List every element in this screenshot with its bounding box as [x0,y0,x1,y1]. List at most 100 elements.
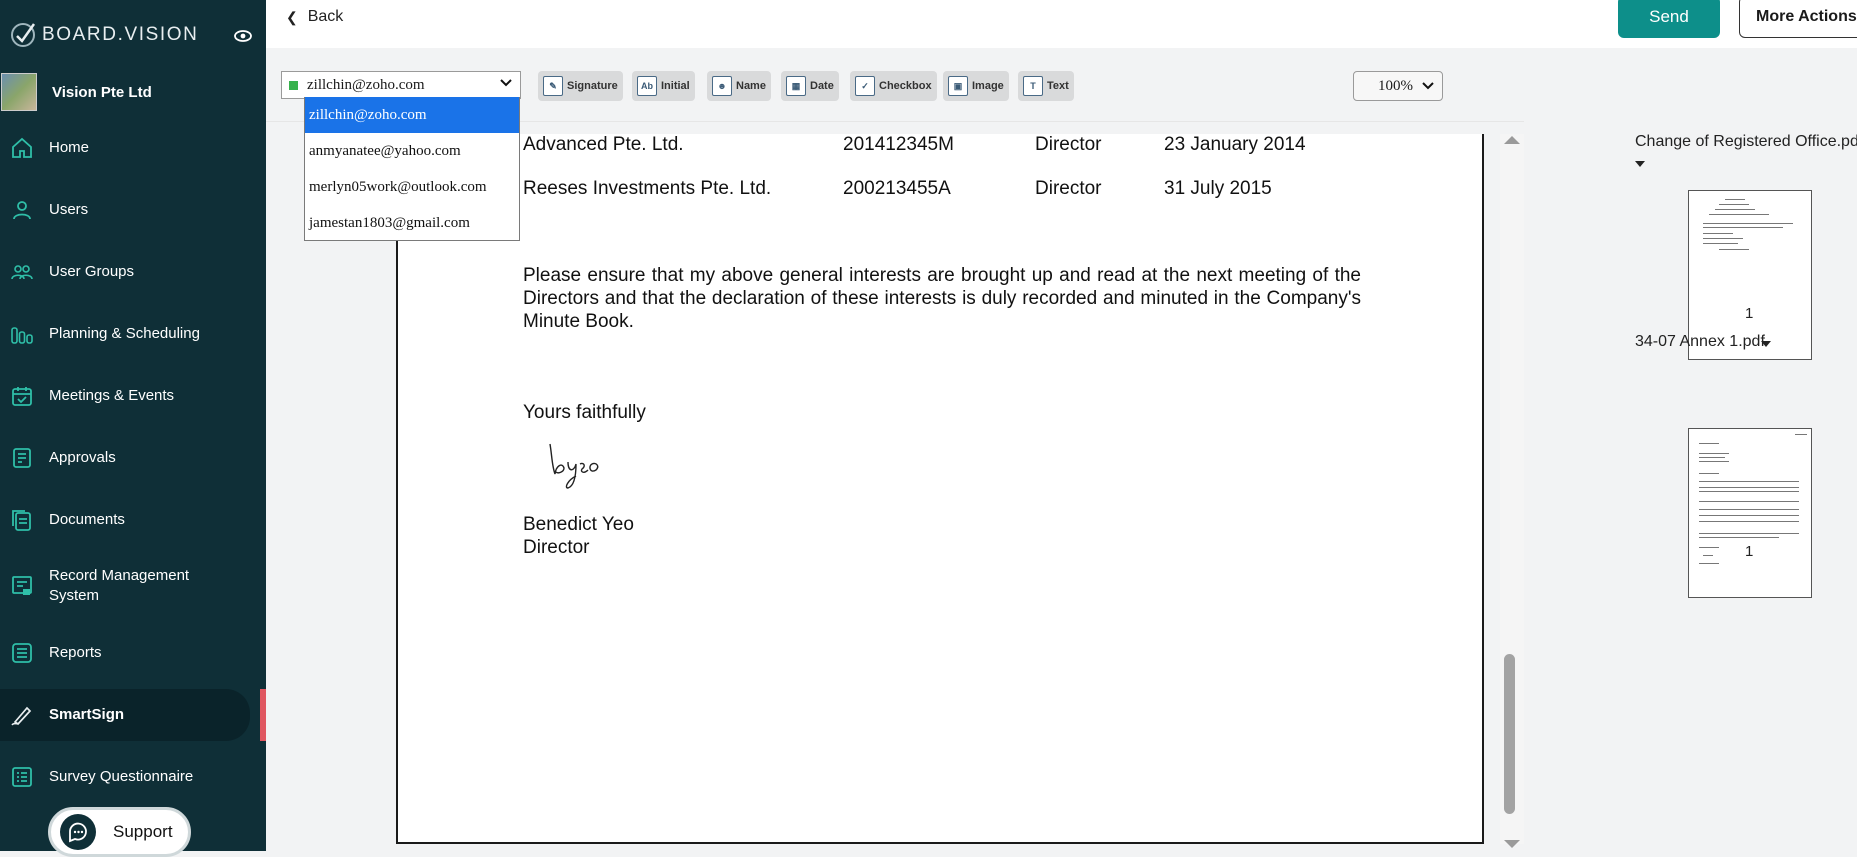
more-actions-button[interactable]: More Actions [1739,0,1857,38]
signer-option[interactable]: jamestan1803@gmail.com [305,205,519,241]
sidebar-item-reports[interactable]: Reports [0,631,250,675]
declaration-paragraph: Please ensure that my above general inte… [523,265,1361,332]
signature-icon: ✎ [543,76,563,96]
documents-icon [12,510,31,531]
signature-field-tool[interactable]: ✎ Signature [538,71,623,101]
sidebar-item-users[interactable]: Users [0,188,250,232]
document-viewer[interactable]: Advanced Pte. Ltd. 201412345M Director 2… [396,134,1484,844]
sidebar-item-smartsign[interactable]: SmartSign [0,689,250,741]
checklist-icon [12,767,32,787]
organization-selector[interactable]: Vision Pte Ltd [0,70,266,114]
sidebar-item-planning-scheduling[interactable]: Planning & Scheduling [0,312,250,356]
scroll-down-arrow-icon[interactable] [1504,840,1520,848]
tool-label: Checkbox [879,80,932,92]
text-icon: T [1023,76,1043,96]
caret-down-icon[interactable] [1635,161,1645,167]
brand[interactable]: BOARD.VISION [8,18,198,52]
date-icon: ▦ [786,76,806,96]
home-icon [12,137,32,158]
checkbox-field-tool[interactable]: ✓ Checkbox [850,71,937,101]
sidebar-item-survey-questionnaire[interactable]: Survey Questionnaire [0,755,250,799]
sidebar-item-label: Approvals [49,449,116,466]
image-icon: ▣ [948,76,968,96]
tool-label: Date [810,80,834,92]
interest-row-role: Director [1035,178,1102,199]
zoom-select[interactable]: 100% [1353,71,1443,101]
sidebar-item-label: Users [49,201,89,218]
closing-line: Yours faithfully [523,402,646,423]
tool-label: Image [972,80,1004,92]
signer-color-swatch [289,80,298,90]
caret-down-icon[interactable] [1761,341,1771,347]
top-bar: ❮ Back Send More Actions [266,0,1857,49]
sidebar-item-label-line-2: System [49,587,100,604]
sidebar-item-meetings-events[interactable]: Meetings & Events [0,374,250,418]
sidebar-item-label: Planning & Scheduling [49,325,200,342]
name-field-tool[interactable]: ☻ Name [707,71,771,101]
scroll-up-arrow-icon[interactable] [1504,136,1520,144]
eye-toggle-icon[interactable] [233,27,253,45]
interest-row-reg-no: 200213455A [843,178,951,199]
sidebar-item-label: User Groups [49,263,135,280]
interest-row-company: Reeses Investments Pte. Ltd. [523,178,772,199]
support-button[interactable]: Support [48,807,191,857]
tool-label: Text [1047,80,1069,92]
support-label: Support [113,822,173,841]
initial-icon: Ab [637,76,657,96]
interest-row-date: 23 January 2014 [1164,134,1306,155]
signer-option[interactable]: zillchin@zoho.com [305,97,519,133]
user-icon [13,201,31,220]
zoom-value: 100% [1378,77,1413,94]
document-check-icon [13,448,31,468]
sidebar-item-label-line-1: Record Management [49,567,190,584]
bar-chart-icon [11,327,33,344]
signer-name: Benedict Yeo [523,514,634,535]
date-field-tool[interactable]: ▦ Date [781,71,839,101]
board-vision-logo-icon [11,23,36,47]
sidebar-item-label: SmartSign [49,706,125,723]
file-thumbnails-panel: Change of Registered Office.pdf 1 34-07 … [1524,121,1857,851]
signer-dropdown-list: zillchin@zoho.com anmyanatee@yahoo.com m… [304,97,520,241]
interest-row-date: 31 July 2015 [1164,178,1272,199]
user-group-icon [11,265,33,280]
interest-row-company: Advanced Pte. Ltd. [523,134,684,155]
sidebar-item-documents[interactable]: Documents [0,498,250,542]
image-field-tool[interactable]: ▣ Image [943,71,1009,101]
chat-support-icon [60,814,96,850]
sidebar-item-label: Home [49,139,90,156]
checkbox-icon: ✓ [855,76,875,96]
handwritten-signature [549,443,599,489]
sidebar-item-user-groups[interactable]: User Groups [0,250,250,294]
sidebar-item-home[interactable]: Home [0,126,250,170]
list-icon [12,643,32,663]
text-field-tool[interactable]: T Text [1018,71,1074,101]
chevron-down-icon [500,79,512,87]
page-number: 1 [1745,543,1754,560]
send-button[interactable]: Send [1618,0,1720,38]
organization-avatar [1,73,37,111]
initial-field-tool[interactable]: Ab Initial [632,71,695,101]
scroll-thumb[interactable] [1504,654,1515,814]
back-link[interactable]: ❮ Back [286,8,343,26]
sidebar-item-record-management-system[interactable]: Record Management System [0,564,250,608]
back-label: Back [307,8,344,25]
sidebar-item-label: Record Management System [49,566,189,606]
sidebar-item-label: Reports [49,644,102,661]
active-indicator [260,689,266,741]
signer-option[interactable]: merlyn05work@outlook.com [305,169,519,205]
document-scrollbar[interactable] [1500,134,1524,848]
calendar-check-icon [12,387,32,406]
file-name[interactable]: 34-07 Annex 1.pdf [1635,333,1765,351]
sidebar-item-label: Meetings & Events [49,387,175,404]
tool-label: Signature [567,80,618,92]
signer-option[interactable]: anmyanatee@yahoo.com [305,133,519,169]
file-name[interactable]: Change of Registered Office.pdf [1635,133,1857,151]
page-number: 1 [1745,305,1754,322]
interest-row-reg-no: 201412345M [843,134,954,155]
interest-row-role: Director [1035,134,1102,155]
signer-select[interactable]: zillchin@zoho.com [281,71,521,99]
page-thumbnail[interactable] [1688,428,1812,598]
chevron-left-icon: ❮ [286,8,298,25]
sidebar-item-approvals[interactable]: Approvals [0,436,250,480]
signer-title: Director [523,537,590,558]
